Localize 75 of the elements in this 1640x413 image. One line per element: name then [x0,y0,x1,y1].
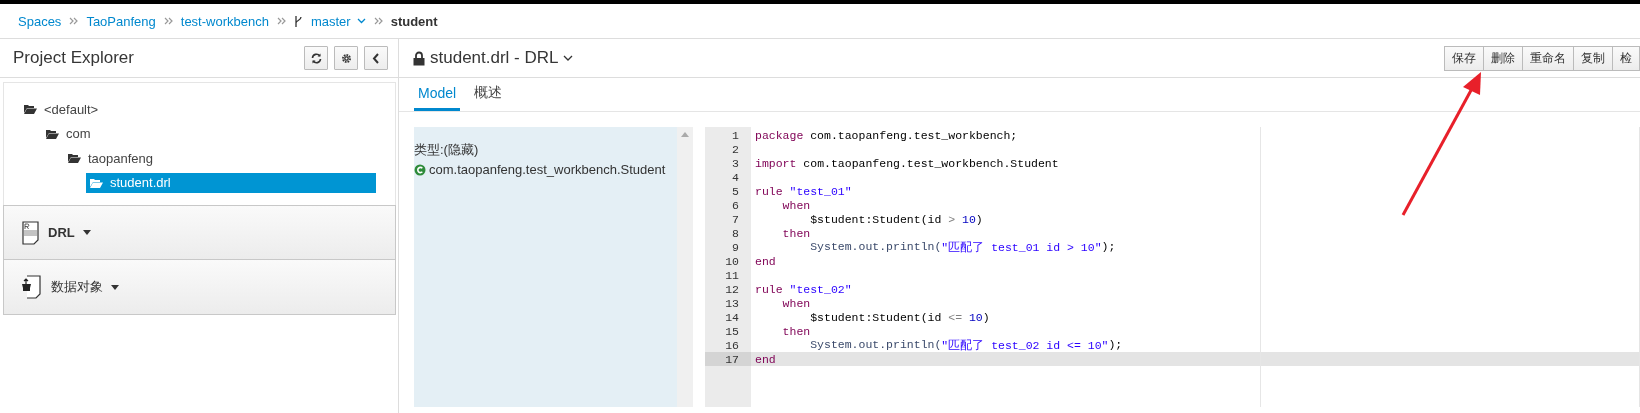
toolbar-button[interactable]: 复制 [1574,45,1613,71]
line-number: 10 [724,254,740,268]
scrollbar[interactable] [677,127,693,407]
toolbar-button[interactable]: 重命名 [1523,45,1574,71]
refresh-button[interactable] [304,46,328,70]
code-line: rule "test_02" [755,282,852,296]
folder-icon [90,177,103,188]
tree-item[interactable]: taopanfeng [64,148,158,169]
code-line: then [781,226,811,240]
line-number: 4 [731,170,740,184]
separator-icon [69,17,79,25]
accordion-header[interactable]: 数据对象 [3,260,396,315]
toolbar-button[interactable]: 删除 [1484,45,1523,71]
line-number: 5 [731,184,740,198]
line-number: 1 [731,128,740,142]
settings-icon [340,52,352,64]
line-number: 14 [724,310,740,324]
code-line: end [755,254,776,268]
code-line: when [781,296,811,310]
line-number: 17 [705,352,751,366]
code-line: when [781,198,811,212]
line-number: 12 [724,282,740,296]
line-number: 16 [724,338,740,352]
code-line: System.out.println("匹配了 test_02 id <= 10"); [809,337,1123,353]
line-number: 15 [724,324,740,338]
line-number: 13 [724,296,740,310]
breadcrumb-link[interactable]: test-workbench [180,13,269,29]
caret-icon [111,284,119,290]
caret-icon [82,230,91,235]
separator-icon [163,17,173,25]
breadcrumb-current: student [390,13,438,29]
breadcrumb-link[interactable]: Spaces [18,13,62,29]
code-line: rule "test_01" [755,184,852,198]
separator-icon [373,17,383,25]
tab[interactable]: Model [414,78,461,111]
line-number: 8 [731,226,740,240]
folder-icon [68,153,81,164]
accordion-header[interactable]: DRL [3,205,396,260]
folder-icon [24,104,37,115]
code-line: $student:Student(id > 10) [809,212,983,226]
separator-icon [276,17,286,25]
line-number: 7 [731,212,740,226]
tree-item[interactable]: <default> [20,99,103,120]
refresh-icon [310,52,322,64]
code-line: then [781,324,811,338]
code-line: package com.taopanfeng.test_workbench; [755,128,1018,142]
code-line: System.out.println("匹配了 test_01 id > 10"); [809,239,1116,255]
document-icon [21,220,40,245]
branch-icon [293,14,303,28]
tree-item[interactable]: com [42,123,95,144]
class-icon [414,163,426,176]
caret-icon [356,18,366,24]
line-number: 11 [724,268,740,282]
line-number: 6 [731,198,740,212]
model-caption: 类型:(隐藏) [414,141,480,159]
model-item[interactable]: com.taopanfeng.test_workbench.Student [429,162,666,177]
folder-icon [46,128,59,139]
chevron-left-icon [372,52,380,64]
caret-icon [562,55,573,61]
branch-dropdown[interactable]: master [310,13,366,29]
collapse-button[interactable] [364,46,388,70]
toolbar-button[interactable]: 检 [1613,45,1640,71]
tab[interactable]: 概述 [470,78,507,111]
toolbar-button[interactable]: 保存 [1444,45,1484,71]
settings-button[interactable] [334,46,358,70]
code-line: $student:Student(id <= 10) [809,310,990,324]
editor-title-dropdown[interactable]: student.drl - DRL [430,48,573,68]
code-line: end [755,352,776,366]
panel-title: Project Explorer [13,48,134,68]
breadcrumb-link[interactable]: TaoPanfeng [86,13,156,29]
line-number: 9 [731,240,740,254]
document-icon [21,275,43,299]
code-line: import com.taopanfeng.test_workbench.Student [755,156,1059,170]
line-number: 2 [731,142,740,156]
line-number: 3 [731,156,740,170]
